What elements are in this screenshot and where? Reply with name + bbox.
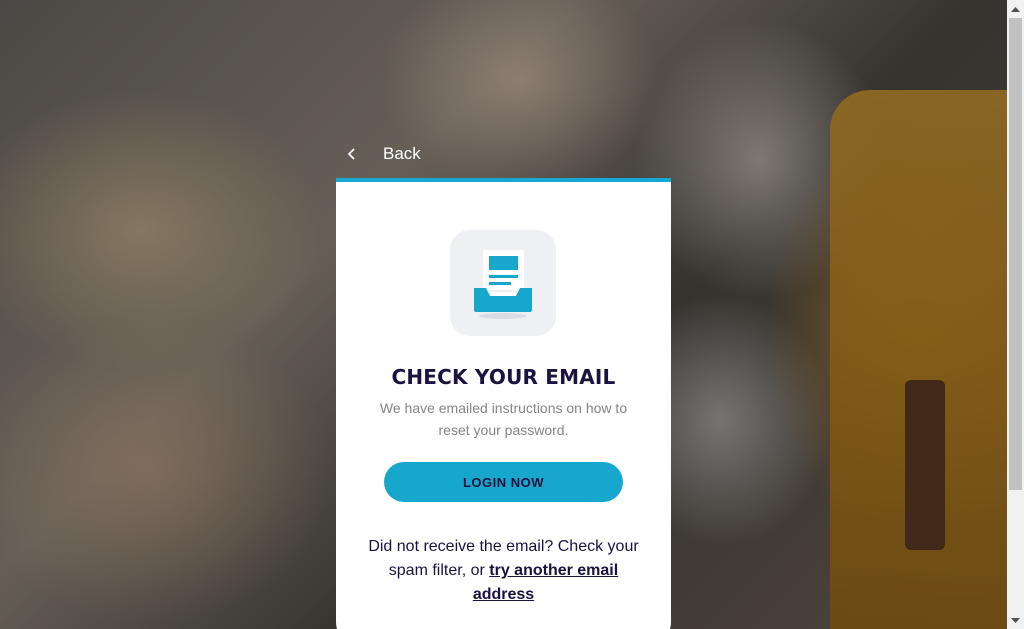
vertical-scrollbar[interactable] [1007,0,1024,629]
scroll-up-arrow-icon[interactable] [1007,0,1024,17]
login-now-button[interactable]: LOGIN NOW [384,462,623,502]
try-another-email-link[interactable]: try another email address [473,562,618,603]
background-photo: Back CHECK YOUR EMAIL We have emailed in… [0,0,1007,629]
back-label: Back [383,144,421,163]
check-email-card: CHECK YOUR EMAIL We have emailed instruc… [336,178,671,629]
inbox-mail-icon [450,230,556,336]
instructions-text: We have emailed instructions on how to r… [379,400,628,438]
scroll-down-arrow-icon[interactable] [1007,612,1024,629]
page-title: CHECK YOUR EMAIL [391,365,616,389]
back-button[interactable]: Back [340,140,421,168]
scrollbar-thumb[interactable] [1009,18,1022,490]
chevron-left-icon [340,142,364,166]
resend-help-text: Did not receive the email? Check your sp… [366,535,641,607]
